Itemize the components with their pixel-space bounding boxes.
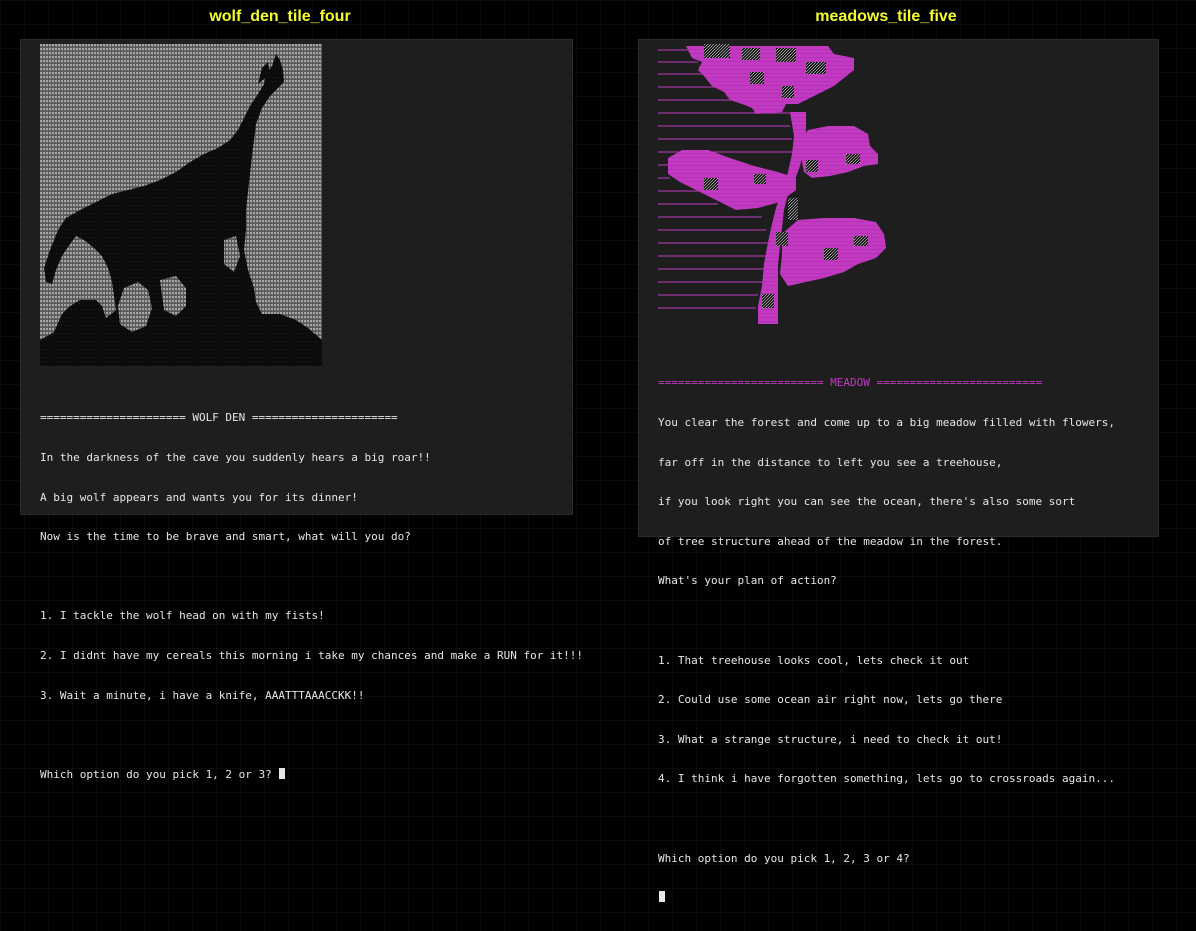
wolf-howling-ascii-art <box>40 44 322 366</box>
prompt: Which option do you pick 1, 2, 3 or 4? <box>658 851 910 865</box>
input-line[interactable] <box>658 891 1115 904</box>
meadows-text: ========================= MEADOW =======… <box>658 350 1115 931</box>
meadows-caption: meadows_tile_five <box>815 8 957 25</box>
text-cursor[interactable] <box>659 891 665 903</box>
option-1: 1. I tackle the wolf head on with my fis… <box>40 609 325 623</box>
story-line: far off in the distance to left you see … <box>658 455 1003 469</box>
meadows-terminal[interactable]: ========================= MEADOW =======… <box>638 39 1159 903</box>
option-1: 1. That treehouse looks cool, lets check… <box>658 653 970 667</box>
option-2: 2. I didnt have my cereals this morning … <box>40 648 584 662</box>
wolf-den-caption: wolf_den_tile_four <box>209 8 351 25</box>
prompt: Which option do you pick 1, 2 or 3? <box>40 767 279 781</box>
story-line: of tree structure ahead of the meadow in… <box>658 534 1003 548</box>
story-line: Now is the time to be brave and smart, w… <box>40 530 411 544</box>
option-2: 2. Could use some ocean air right now, l… <box>658 693 1003 707</box>
story-line: You clear the forest and come up to a bi… <box>658 416 1115 429</box>
meadow-header: ========================= MEADOW =======… <box>658 376 1043 390</box>
option-3: 3. What a strange structure, i need to c… <box>658 732 1003 746</box>
option-3: 3. Wait a minute, i have a knife, AAATTT… <box>40 688 365 702</box>
wolf-den-terminal[interactable]: ====================== WOLF DEN ========… <box>20 39 583 781</box>
story-line: A big wolf appears and wants you for its… <box>40 490 358 504</box>
input-line[interactable]: Which option do you pick 1, 2 or 3? <box>40 767 583 781</box>
story-line: if you look right you can see the ocean,… <box>658 495 1076 509</box>
story-line: In the darkness of the cave you suddenly… <box>40 451 431 464</box>
story-line: What's your plan of action? <box>658 574 837 588</box>
text-cursor[interactable] <box>279 767 286 779</box>
flowering-branch-ascii-art <box>658 44 886 324</box>
option-4: 4. I think i have forgotten something, l… <box>658 772 1115 786</box>
wolf-den-header: ====================== WOLF DEN ========… <box>40 411 398 425</box>
wolf-den-text: ====================== WOLF DEN ========… <box>40 385 583 807</box>
